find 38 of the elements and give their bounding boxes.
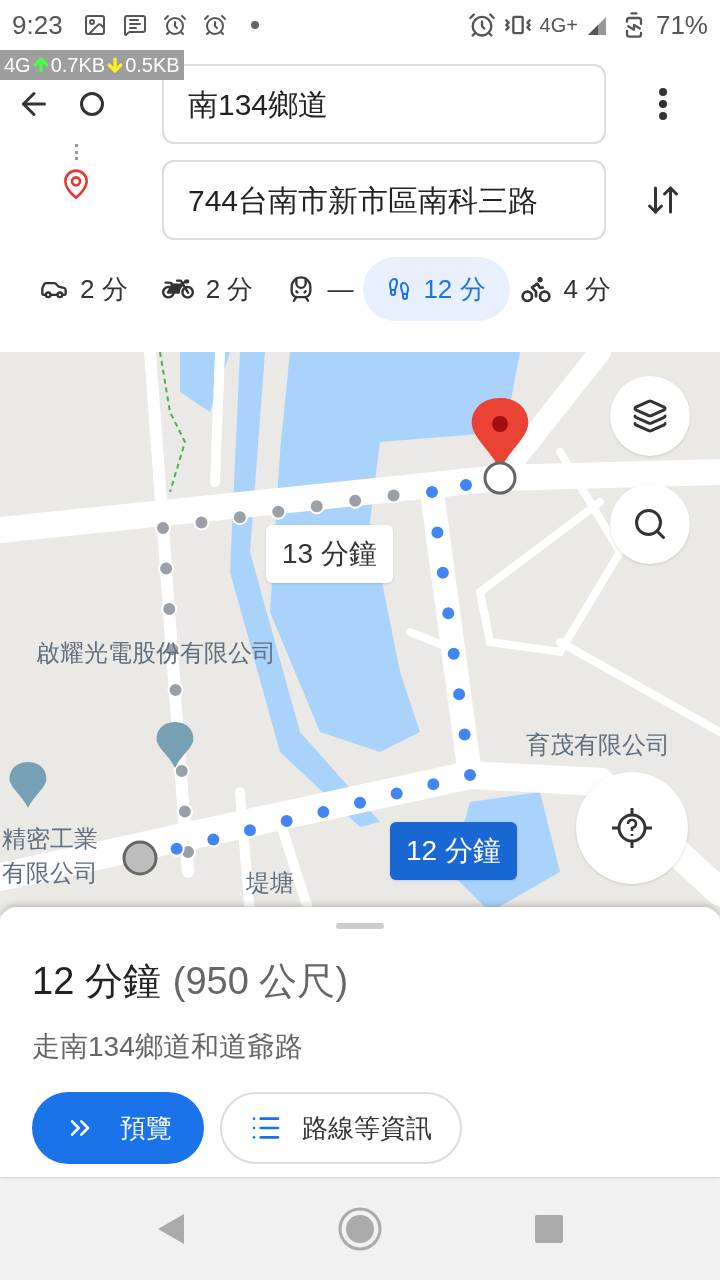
travel-mode-tab[interactable]: 2 分 (40, 257, 128, 321)
dotted-connector (74, 144, 78, 160)
preview-button[interactable]: 預覽 (32, 1092, 204, 1164)
alarm-icon (467, 11, 496, 39)
place-pin-icon (156, 722, 194, 768)
network-type: 4G+ (539, 13, 578, 38)
status-time: 9:23 (12, 8, 63, 42)
network-label: 4G (4, 53, 31, 78)
place-pin-icon (9, 762, 47, 808)
travel-mode-tab[interactable]: 2 分 (161, 257, 254, 321)
place-label: 有限公司 (2, 858, 98, 888)
walking-icon (387, 277, 412, 301)
travel-mode-tab[interactable]: 4 分 (519, 257, 612, 321)
layers-icon (632, 398, 668, 434)
image-icon (82, 13, 107, 37)
travel-mode-tab[interactable]: — (287, 257, 354, 321)
steps-button[interactable]: 路線等資訊 (220, 1092, 462, 1164)
destination-field[interactable]: 744台南市新市區南科三路 (162, 160, 606, 240)
crosshair-question-icon (610, 806, 654, 850)
start-point-marker (122, 840, 158, 876)
route-description: 走南134鄉道和道爺路 (32, 1030, 304, 1064)
place-label: 精密工業 (2, 824, 98, 854)
place-label: 育茂有限公司 (526, 730, 670, 760)
search-icon (632, 506, 668, 542)
place-label: 堤塘 (246, 868, 294, 898)
alarm-icon (162, 13, 187, 37)
duration-label: 12 分鐘 (390, 822, 517, 880)
travel-mode-tab[interactable]: 12 分 (363, 257, 510, 321)
trip-duration: 12 分鐘 (32, 959, 161, 1004)
duration-label: 13 分鐘 (266, 525, 393, 583)
battery-level: 71% (655, 8, 708, 42)
more-icon (659, 88, 667, 120)
place-label: 啟耀光電股份有限公司 (36, 638, 276, 668)
alarm-icon (202, 13, 227, 37)
trip-distance: (950 公尺) (172, 959, 349, 1004)
drag-handle[interactable] (336, 923, 384, 929)
message-icon (122, 13, 147, 37)
upload-speed: 0.7KB (50, 53, 106, 78)
